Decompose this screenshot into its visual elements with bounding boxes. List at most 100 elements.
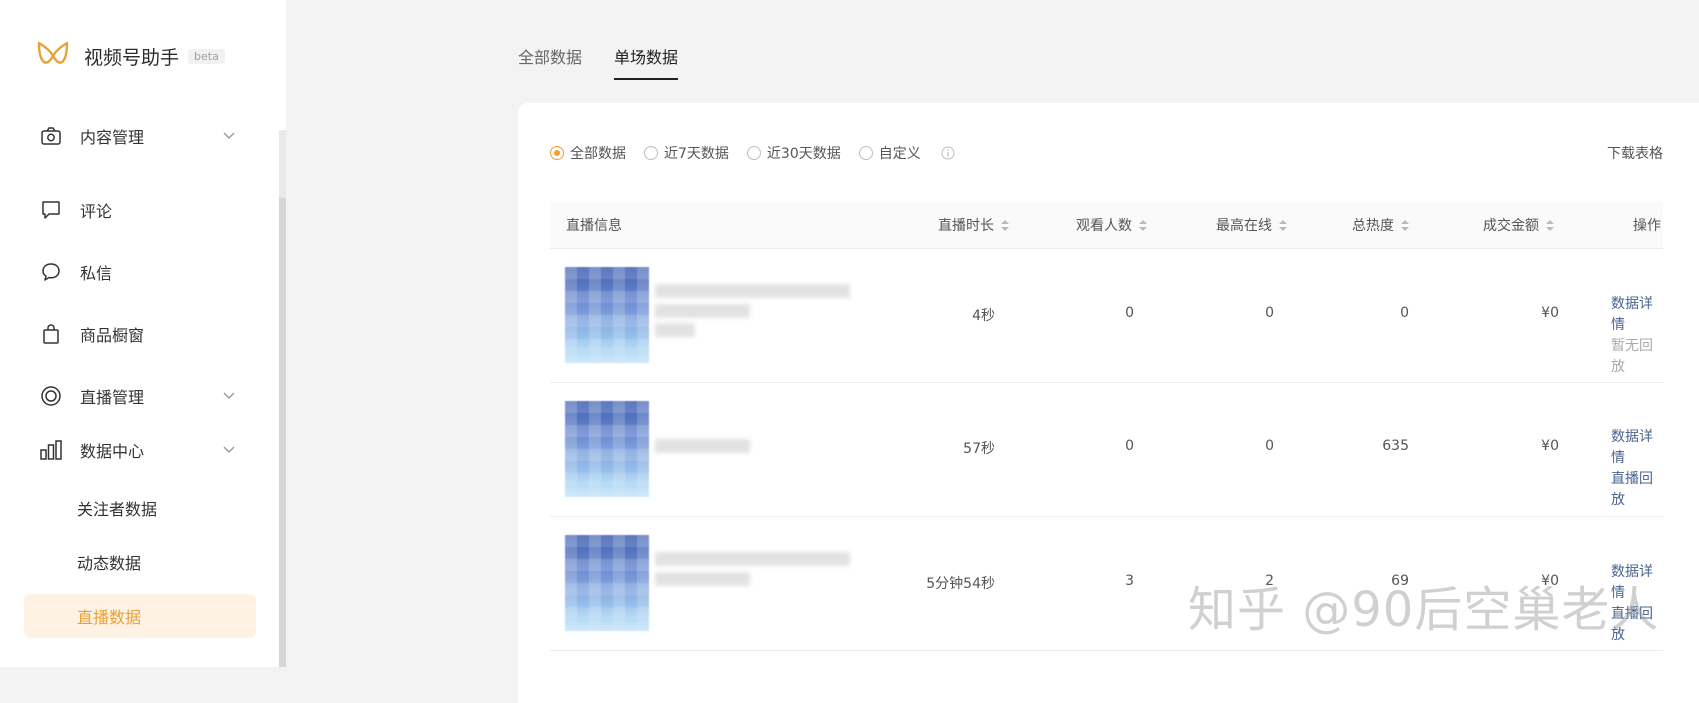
radio-last-30-days[interactable]: 近30天数据 [746, 143, 841, 163]
cell-viewers: 3 [1125, 573, 1134, 589]
comment-icon [40, 199, 62, 221]
cell-viewers: 0 [1125, 438, 1134, 454]
table-header: 直播信息 直播时长 观看人数 最高在线 总热度 成交金额 操作 [550, 202, 1663, 249]
sidebar-item-label: 商品橱窗 [80, 326, 145, 345]
scrollbar-thumb[interactable] [279, 198, 286, 667]
shopping-bag-icon [40, 323, 62, 345]
cell-peak-online: 0 [1265, 438, 1274, 454]
cell-sales: ¥0 [1541, 438, 1559, 454]
sort-icon[interactable] [1546, 219, 1554, 232]
sidebar-item-content[interactable]: 内容管理 [40, 116, 260, 156]
app-title: 视频号助手 [84, 46, 180, 69]
column-header-label: 总热度 [1352, 218, 1394, 234]
cell-heat: 635 [1382, 438, 1409, 454]
column-header-label: 直播时长 [938, 218, 994, 234]
tab-all-data[interactable]: 全部数据 [518, 44, 582, 80]
column-header-label: 最高在线 [1216, 218, 1272, 234]
sidebar-subitem-follower-data[interactable]: 关注者数据 [24, 486, 256, 530]
blurred-live-title [655, 552, 850, 566]
column-header-live-info: 直播信息 [566, 202, 622, 248]
radio-custom[interactable]: 自定义 [858, 143, 921, 163]
message-icon [40, 261, 62, 283]
beta-badge: beta [188, 48, 225, 64]
column-header-label: 观看人数 [1076, 218, 1132, 234]
column-header-label: 成交金额 [1483, 218, 1539, 234]
camera-icon [40, 125, 62, 147]
column-header-heat[interactable]: 总热度 [1352, 202, 1409, 248]
table-row: 4秒 0 0 0 ¥0 数据详情 暂无回放 [550, 249, 1663, 383]
radio-label: 全部数据 [570, 146, 626, 162]
sidebar-subitem-live-data[interactable]: 直播数据 [24, 594, 256, 638]
blurred-live-title [655, 284, 850, 298]
sort-icon[interactable] [1001, 219, 1009, 232]
cell-duration: 4秒 [972, 308, 995, 324]
sidebar-item-live[interactable]: 直播管理 [40, 376, 260, 416]
cell-actions: 数据详情 直播回放 [1611, 427, 1663, 511]
blurred-live-meta [655, 323, 695, 337]
column-header-label: 操作 [1633, 218, 1661, 234]
table-row: 57秒 0 0 635 ¥0 数据详情 直播回放 [550, 383, 1663, 517]
cell-viewers: 0 [1125, 305, 1134, 321]
info-icon[interactable] [941, 146, 955, 160]
cell-heat: 0 [1400, 305, 1409, 321]
chevron-down-icon[interactable] [222, 128, 236, 142]
sidebar-item-shop[interactable]: 商品橱窗 [40, 314, 260, 354]
live-replay-link[interactable]: 直播回放 [1611, 469, 1663, 511]
data-details-link[interactable]: 数据详情 [1611, 294, 1663, 336]
blurred-live-subtitle [655, 304, 750, 318]
sort-icon[interactable] [1139, 219, 1147, 232]
download-table-link[interactable]: 下载表格 [1607, 143, 1663, 163]
tab-single-session-data[interactable]: 单场数据 [614, 44, 679, 80]
chevron-down-icon[interactable] [222, 388, 236, 402]
radio-button[interactable] [644, 146, 658, 160]
data-tabs: 全部数据 单场数据 [518, 44, 710, 80]
sidebar-item-messages[interactable]: 私信 [40, 252, 260, 292]
sidebar-scrollbar[interactable] [279, 130, 286, 667]
sidebar-item-label: 评论 [80, 202, 113, 221]
radio-last-7-days[interactable]: 近7天数据 [644, 143, 729, 163]
butterfly-logo-icon [37, 41, 69, 64]
no-replay-text: 暂无回放 [1611, 338, 1653, 375]
cell-sales: ¥0 [1541, 305, 1559, 321]
data-details-link[interactable]: 数据详情 [1611, 427, 1663, 469]
live-cover-thumbnail[interactable] [565, 267, 649, 363]
column-header-peak-online[interactable]: 最高在线 [1216, 202, 1287, 248]
sort-icon[interactable] [1279, 219, 1287, 232]
radio-button[interactable] [550, 146, 564, 160]
app-logo[interactable]: 视频号助手 beta [36, 40, 225, 72]
radio-button[interactable] [858, 146, 873, 160]
blurred-live-subtitle [655, 572, 750, 586]
live-cover-thumbnail[interactable] [565, 401, 649, 497]
radio-label: 近7天数据 [664, 146, 729, 162]
radio-button[interactable] [746, 146, 761, 160]
sort-icon[interactable] [1401, 219, 1409, 232]
column-header-duration[interactable]: 直播时长 [938, 202, 1009, 248]
blurred-live-title [655, 439, 750, 453]
chevron-down-icon[interactable] [222, 442, 236, 456]
live-cover-thumbnail[interactable] [565, 535, 649, 631]
zhihu-watermark: 知乎 @90后空巢老人 [1188, 582, 1660, 638]
sidebar-item-label: 私信 [80, 264, 113, 283]
cell-actions: 数据详情 暂无回放 [1611, 294, 1663, 378]
column-header-label: 直播信息 [566, 218, 622, 234]
date-range-filter: 全部数据 近7天数据 近30天数据 自定义 [550, 143, 955, 163]
sidebar-subitem-label: 动态数据 [77, 554, 142, 573]
chart-icon [40, 439, 62, 461]
sidebar-item-label: 直播管理 [80, 388, 145, 407]
sidebar-item-data-center[interactable]: 数据中心 [40, 430, 260, 470]
sidebar-item-comments[interactable]: 评论 [40, 190, 260, 230]
column-header-sales[interactable]: 成交金额 [1483, 202, 1554, 248]
radio-all-data[interactable]: 全部数据 [550, 143, 626, 163]
radio-label: 自定义 [878, 146, 921, 162]
sidebar: 视频号助手 beta 内容管理 评论 私信 商品橱窗 直播管理 数据中心 关注者… [0, 0, 286, 667]
sidebar-subitem-label: 直播数据 [77, 608, 142, 627]
live-icon [40, 385, 62, 407]
sidebar-item-label: 内容管理 [80, 128, 145, 147]
sidebar-subitem-moment-data[interactable]: 动态数据 [24, 540, 256, 584]
cell-duration: 5分钟54秒 [926, 576, 995, 592]
column-header-viewers[interactable]: 观看人数 [1076, 202, 1147, 248]
sidebar-subitem-label: 关注者数据 [77, 500, 158, 519]
cell-peak-online: 0 [1265, 305, 1274, 321]
sidebar-item-label: 数据中心 [80, 442, 145, 461]
column-header-actions: 操作 [1633, 202, 1661, 248]
